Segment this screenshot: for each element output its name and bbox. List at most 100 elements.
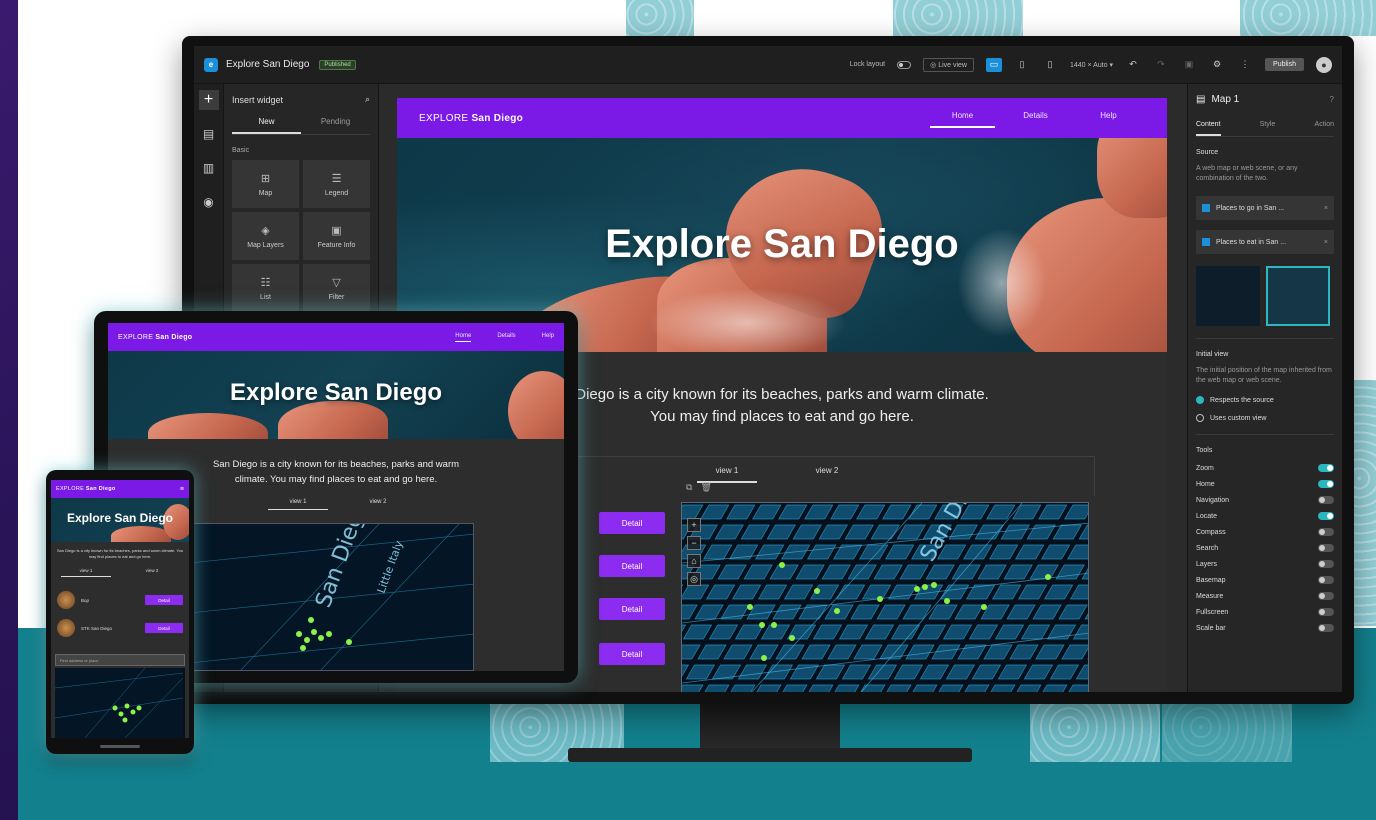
- home-icon[interactable]: ⌂: [687, 554, 701, 568]
- city-map-graphic: San Diego: [682, 503, 1088, 692]
- phone-view-icon[interactable]: ▯: [1042, 58, 1058, 72]
- theme-palette-icon[interactable]: ◉: [199, 192, 219, 212]
- 3d-city-map[interactable]: San Diego: [681, 502, 1089, 692]
- zoom-in-icon[interactable]: +: [687, 518, 701, 532]
- zoom-out-icon[interactable]: −: [687, 536, 701, 550]
- detail-button[interactable]: Detail: [599, 512, 665, 534]
- search-input[interactable]: Find address or place: [55, 654, 185, 666]
- detail-button[interactable]: Detail: [599, 555, 665, 577]
- help-icon[interactable]: ?: [1330, 95, 1334, 104]
- save-icon[interactable]: ▣: [1181, 58, 1197, 72]
- city-map[interactable]: [55, 668, 185, 738]
- site-brand[interactable]: EXPLORE San Diego: [56, 486, 116, 492]
- close-icon[interactable]: ×: [1324, 205, 1328, 212]
- tablet-view-icon[interactable]: ▯: [1014, 58, 1030, 72]
- live-view-button[interactable]: ◎ Live view: [923, 57, 974, 72]
- initial-view-label: Initial view: [1196, 351, 1229, 358]
- radio-custom-view[interactable]: Uses custom view: [1196, 414, 1334, 422]
- tab-view-2[interactable]: view 2: [348, 499, 408, 510]
- copy-icon[interactable]: ⧉: [686, 482, 692, 493]
- detail-button[interactable]: Detail: [599, 598, 665, 620]
- lock-layout-toggle[interactable]: [897, 60, 912, 69]
- resolution-select[interactable]: 1440 × Auto ▾: [1070, 61, 1113, 69]
- toggle-switch[interactable]: [1318, 544, 1334, 552]
- radio-button[interactable]: [1196, 414, 1204, 422]
- widget-filter[interactable]: ▽ Filter: [303, 264, 370, 312]
- delete-icon[interactable]: 🗑: [700, 482, 711, 493]
- widget-legend[interactable]: ☰ Legend: [303, 160, 370, 208]
- tool-home: Home: [1196, 476, 1334, 492]
- tool-compass: Compass: [1196, 524, 1334, 540]
- radio-respects-source[interactable]: Respects the source: [1196, 396, 1334, 404]
- map-thumbnail[interactable]: [1196, 266, 1260, 326]
- nav-help[interactable]: Help: [1072, 111, 1145, 126]
- site-brand[interactable]: EXPLORE San Diego: [118, 334, 192, 341]
- city-map[interactable]: San Diego Little Italy: [178, 523, 474, 671]
- tab-style[interactable]: Style: [1260, 121, 1276, 136]
- publish-button[interactable]: Publish: [1265, 58, 1304, 71]
- site-brand[interactable]: EXPLORE San Diego: [419, 113, 523, 124]
- source-item[interactable]: Places to go in San ... ×: [1196, 196, 1334, 220]
- detail-button[interactable]: Detail: [145, 623, 183, 633]
- page-icon[interactable]: ▤: [199, 124, 219, 144]
- nav-details[interactable]: Details: [497, 333, 515, 342]
- map-thumbnail-selected[interactable]: [1266, 266, 1330, 326]
- data-icon[interactable]: ▥: [199, 158, 219, 178]
- site-header: EXPLORE San Diego Home Details Help: [108, 323, 564, 351]
- web-map-icon: [1202, 238, 1210, 246]
- widget-map[interactable]: ⊞ Map: [232, 160, 299, 208]
- tab-view-2[interactable]: view 2: [797, 466, 857, 483]
- site-header: EXPLORE San Diego Home Details Help: [397, 98, 1167, 138]
- widget-list[interactable]: ☷ List: [232, 264, 299, 312]
- insert-plus-icon[interactable]: +: [198, 90, 219, 110]
- list-item[interactable]: Bop Detail: [57, 590, 183, 610]
- toggle-switch[interactable]: [1318, 624, 1334, 632]
- redo-icon[interactable]: ↷: [1153, 58, 1169, 72]
- tab-action[interactable]: Action: [1315, 121, 1334, 136]
- toggle-switch[interactable]: [1318, 608, 1334, 616]
- user-avatar[interactable]: ●: [1316, 56, 1332, 73]
- settings-panel: ▤ Map 1 ? Content Style Action Source A …: [1187, 84, 1342, 692]
- undo-icon[interactable]: ↶: [1125, 58, 1141, 72]
- source-help-text: A web map or web scene, or any combinati…: [1196, 165, 1298, 182]
- tab-view-1[interactable]: view 1: [268, 499, 328, 510]
- toggle-switch[interactable]: [1318, 464, 1334, 472]
- tool-search: Search: [1196, 540, 1334, 556]
- monitor-stand: [700, 704, 840, 752]
- toggle-switch[interactable]: [1318, 592, 1334, 600]
- tab-content[interactable]: Content: [1196, 121, 1221, 136]
- close-icon[interactable]: ×: [1324, 239, 1328, 246]
- tab-pending[interactable]: Pending: [301, 117, 370, 134]
- desktop-view-icon[interactable]: ▭: [985, 57, 1002, 72]
- tab-view-1[interactable]: view 1: [697, 466, 757, 483]
- list-item[interactable]: STK San Diego Detail: [57, 618, 183, 638]
- nav-home[interactable]: Home: [926, 111, 999, 128]
- toggle-switch[interactable]: [1318, 496, 1334, 504]
- web-map-icon: [1202, 204, 1210, 212]
- search-icon[interactable]: ⌕: [365, 94, 370, 105]
- detail-button[interactable]: Detail: [599, 643, 665, 665]
- source-item[interactable]: Places to eat in San ... ×: [1196, 230, 1334, 254]
- more-icon[interactable]: ⋮: [1237, 58, 1253, 72]
- widget-map-layers[interactable]: ◈ Map Layers: [232, 212, 299, 260]
- radio-button[interactable]: [1196, 396, 1204, 404]
- nav-home[interactable]: Home: [455, 333, 472, 342]
- compass-icon[interactable]: ◎: [687, 572, 701, 586]
- toggle-switch[interactable]: [1318, 576, 1334, 584]
- nav-help[interactable]: Help: [542, 333, 554, 342]
- hero-title: Explore San Diego: [66, 511, 174, 525]
- toggle-switch[interactable]: [1318, 560, 1334, 568]
- tab-view-1[interactable]: view 1: [61, 568, 111, 577]
- settings-gear-icon[interactable]: ⚙: [1209, 58, 1225, 72]
- list-icon: ☷: [260, 276, 271, 289]
- tab-view-2[interactable]: view 2: [127, 568, 177, 577]
- monitor-stand-base: [568, 748, 972, 762]
- nav-details[interactable]: Details: [999, 111, 1072, 126]
- toggle-switch[interactable]: [1318, 528, 1334, 536]
- tab-new[interactable]: New: [232, 117, 301, 134]
- detail-button[interactable]: Detail: [145, 595, 183, 605]
- toggle-switch[interactable]: [1318, 512, 1334, 520]
- hamburger-menu-icon[interactable]: ≡: [180, 486, 184, 493]
- toggle-switch[interactable]: [1318, 480, 1334, 488]
- widget-feature-info[interactable]: ▣ Feature Info: [303, 212, 370, 260]
